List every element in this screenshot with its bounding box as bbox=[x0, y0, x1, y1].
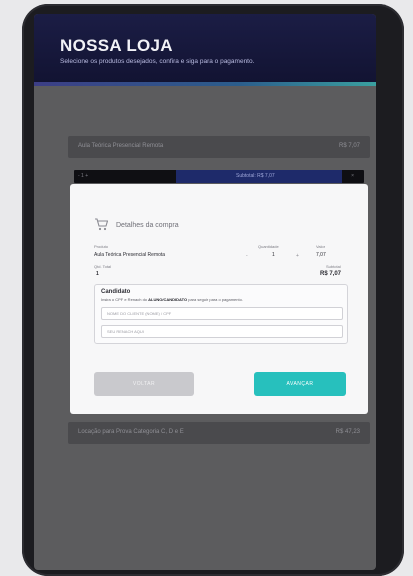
unit-value: 7,07 bbox=[316, 252, 326, 258]
col-value-label: Valor bbox=[316, 244, 326, 249]
remove-icon[interactable]: × bbox=[351, 173, 354, 179]
qty-total-label: Qtd. Total bbox=[94, 264, 112, 269]
quantity-bar: - 1 + Subtotal: R$ 7,07 × bbox=[74, 170, 364, 183]
subtotal-bar: Subtotal: R$ 7,07 bbox=[176, 170, 342, 183]
col-qty-label: Quantidade bbox=[258, 244, 279, 249]
qty-total-value: 1 bbox=[96, 271, 99, 277]
quantity-stepper[interactable]: - 1 + bbox=[78, 173, 88, 179]
next-button[interactable]: AVANÇAR bbox=[254, 372, 346, 396]
qty-decrease-button[interactable]: - bbox=[246, 253, 248, 259]
candidate-instructions: Insira o CPF e Renach do ALUNO/CANDIDATO… bbox=[101, 297, 243, 302]
product-title: Locação para Prova Categoria C, D e E bbox=[78, 429, 184, 435]
qty-value: 1 bbox=[272, 252, 275, 258]
subtotal-text: Subtotal: R$ 7,07 bbox=[236, 173, 275, 179]
store-header: NOSSA LOJA Selecione os produtos desejad… bbox=[34, 14, 376, 84]
candidate-section: Candidato Insira o CPF e Renach do ALUNO… bbox=[94, 284, 348, 344]
product-title: Aula Teórica Presencial Remota bbox=[78, 143, 164, 149]
col-product-label: Produto bbox=[94, 244, 109, 249]
product-row[interactable]: Locação para Prova Categoria C, D e E R$… bbox=[68, 422, 370, 444]
back-button[interactable]: VOLTAR bbox=[94, 372, 194, 396]
store-subtitle: Selecione os produtos desejados, confira… bbox=[60, 58, 255, 65]
product-price: R$ 7,07 bbox=[338, 143, 360, 149]
qty-increase-button[interactable]: + bbox=[296, 253, 299, 259]
store-brand: NOSSA LOJA bbox=[60, 36, 173, 55]
header-accent-stripe bbox=[34, 82, 376, 86]
modal-title: Detalhes da compra bbox=[116, 222, 179, 229]
subtotal-value: R$ 7,07 bbox=[320, 271, 342, 277]
product-price: R$ 47,23 bbox=[335, 429, 360, 435]
candidate-title: Candidato bbox=[101, 289, 131, 295]
product-name: Aula Teórica Presencial Remota bbox=[94, 252, 166, 258]
renach-field[interactable]: SEU RENACH AQUI bbox=[101, 325, 343, 338]
product-row[interactable]: Aula Teórica Presencial Remota R$ 7,07 bbox=[68, 136, 370, 158]
purchase-details-modal: Detalhes da compra Produto Quantidade Va… bbox=[70, 184, 368, 414]
subtotal-label: Subtotal bbox=[326, 264, 341, 269]
candidate-name-field[interactable]: NOME DO CLIENTE (NOME) / CPF bbox=[101, 307, 343, 320]
